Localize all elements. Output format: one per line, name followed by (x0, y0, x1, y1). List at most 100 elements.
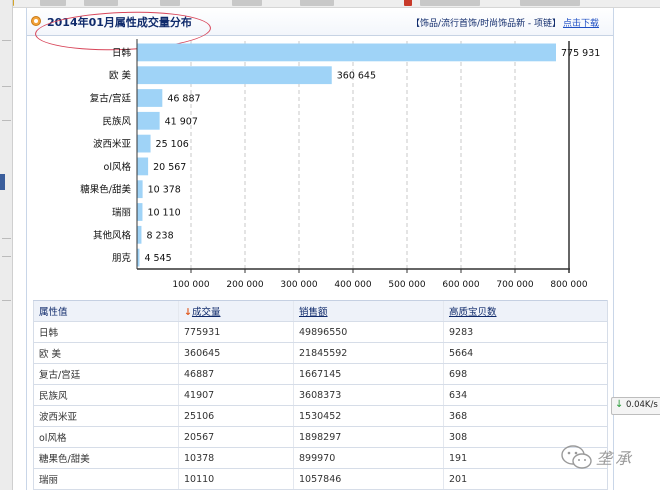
table-cell: 5664 (443, 342, 608, 364)
table-cell: 1057846 (293, 468, 444, 490)
browser-toolbar (0, 0, 660, 8)
category-label: 日韩 (112, 47, 132, 59)
panel-header: 2014年01月属性成交量分布 【饰品/流行首饰/时尚饰品新 - 项链】 点击下… (27, 8, 613, 54)
table-cell: 日韩 (33, 321, 179, 343)
data-label: 10 378 (148, 185, 181, 196)
data-label: 360 645 (337, 71, 376, 82)
table-cell: 368 (443, 405, 608, 427)
column-header-label[interactable]: 高质宝贝数 (449, 307, 497, 318)
table-cell: 634 (443, 384, 608, 406)
table-row: 民族风 41907 3608373 634 (33, 384, 608, 406)
table-cell: 360645 (178, 342, 294, 364)
table-row: 波西米亚 25106 1530452 368 (33, 405, 608, 427)
table-cell: 9283 (443, 321, 608, 343)
bar (137, 157, 149, 176)
download-link[interactable]: 点击下载 (563, 16, 599, 29)
table-cell: 899970 (293, 447, 444, 469)
category-label: 复古/宫廷 (90, 93, 132, 105)
column-header-volume[interactable]: ↓成交量 (178, 300, 294, 322)
data-label: 20 567 (153, 162, 186, 173)
table-cell: 民族风 (33, 384, 179, 406)
x-tick-label: 400 000 (334, 280, 371, 290)
data-label: 8 238 (146, 230, 173, 241)
table-cell: 1530452 (293, 405, 444, 427)
x-tick-label: 100 000 (172, 280, 209, 290)
network-speed-value: 0.04K/s (626, 400, 658, 410)
sidebar-marker[interactable] (0, 174, 5, 190)
column-header-label[interactable]: 销售额 (299, 307, 328, 318)
network-speed-widget[interactable]: ↓ 0.04K/s (611, 397, 660, 415)
table-cell: 698 (443, 363, 608, 385)
x-tick-label: 600 000 (442, 280, 479, 290)
category-label: 朋克 (112, 253, 132, 264)
table-row: ol风格 20567 1898297 308 (33, 426, 608, 448)
bar (137, 89, 163, 107)
category-label: ol风格 (104, 161, 132, 173)
bar (137, 180, 143, 199)
bar (137, 66, 332, 85)
category-label: 欧 美 (109, 70, 132, 82)
column-header-sales[interactable]: 销售额 (293, 300, 444, 322)
x-tick-label: 500 000 (388, 280, 425, 290)
category-label: 民族风 (102, 115, 131, 127)
left-sidebar-strip (0, 0, 13, 490)
data-label: 41 907 (165, 116, 198, 127)
table-row: 复古/宫廷 46887 1667145 698 (33, 363, 608, 385)
table-cell: 复古/宫廷 (33, 363, 179, 385)
data-label: 10 110 (147, 208, 180, 219)
data-label: 4 545 (144, 253, 171, 264)
table-cell: 10110 (178, 468, 294, 490)
table-cell: 46887 (178, 363, 294, 385)
table-row: 日韩 775931 49896550 9283 (33, 321, 608, 343)
table-row: 欧 美 360645 21845592 5664 (33, 342, 608, 364)
table-cell: 21845592 (293, 342, 444, 364)
category-label: 瑞丽 (112, 207, 131, 219)
x-tick-label: 300 000 (280, 280, 317, 290)
table-cell: 25106 (178, 405, 294, 427)
x-tick-label: 200 000 (226, 280, 263, 290)
data-label: 775 931 (561, 48, 600, 59)
bar (137, 225, 142, 244)
column-header-label[interactable]: 成交量 (192, 307, 221, 318)
watermark-text: 垄承 (596, 449, 635, 468)
table-cell: 775931 (178, 321, 294, 343)
category-label: 其他风格 (93, 229, 132, 241)
table-row: 瑞丽 10110 1057846 201 (33, 468, 608, 490)
x-tick-label: 700 000 (496, 280, 533, 290)
bar (137, 203, 143, 221)
data-label: 46 887 (167, 94, 200, 105)
table-cell: 糖果色/甜美 (33, 447, 179, 469)
column-header-quality-items[interactable]: 高质宝贝数 (443, 300, 608, 322)
wechat-icon (561, 445, 592, 469)
download-arrow-icon: ↓ (615, 399, 624, 410)
bar (137, 134, 151, 153)
table-cell: 49896550 (293, 321, 444, 343)
table-cell: 41907 (178, 384, 294, 406)
category-label: 波西米亚 (93, 138, 132, 150)
table-cell: 瑞丽 (33, 468, 179, 490)
table-cell: 波西米亚 (33, 405, 179, 427)
bar (137, 43, 557, 62)
column-header-label: 属性值 (39, 307, 68, 318)
table-cell: 20567 (178, 426, 294, 448)
table-cell: 欧 美 (33, 342, 179, 364)
table-cell: 10378 (178, 447, 294, 469)
bar-chart: 日韩 775 931 欧 美 360 645 复古/宫廷 46 887 民族风 41 907 波… (80, 39, 600, 290)
wechat-watermark: 垄承 (560, 443, 656, 473)
column-header-attribute: 属性值 (33, 300, 179, 322)
x-tick-label: 800 000 (550, 280, 587, 290)
bar (137, 111, 160, 130)
table-cell: 1898297 (293, 426, 444, 448)
category-breadcrumb: 【饰品/流行首饰/时尚饰品新 - 项链】 (411, 19, 562, 29)
sort-down-arrow-icon[interactable]: ↓ (184, 307, 192, 318)
table-row: 糖果色/甜美 10378 899970 191 (33, 447, 608, 469)
table-cell: 1667145 (293, 363, 444, 385)
category-label: 糖果色/甜美 (80, 184, 131, 196)
table-cell: ol风格 (33, 426, 179, 448)
table-cell: 3608373 (293, 384, 444, 406)
orange-circle-icon (31, 16, 41, 26)
attribute-distribution-panel: 2014年01月属性成交量分布 【饰品/流行首饰/时尚饰品新 - 项链】 点击下… (26, 8, 614, 490)
data-table: 属性值 ↓成交量 销售额 高质宝贝数 日韩 775931 49896550 9283 欧… (33, 300, 608, 490)
table-header-row: 属性值 ↓成交量 销售额 高质宝贝数 (33, 300, 608, 322)
data-label: 25 106 (156, 139, 189, 150)
